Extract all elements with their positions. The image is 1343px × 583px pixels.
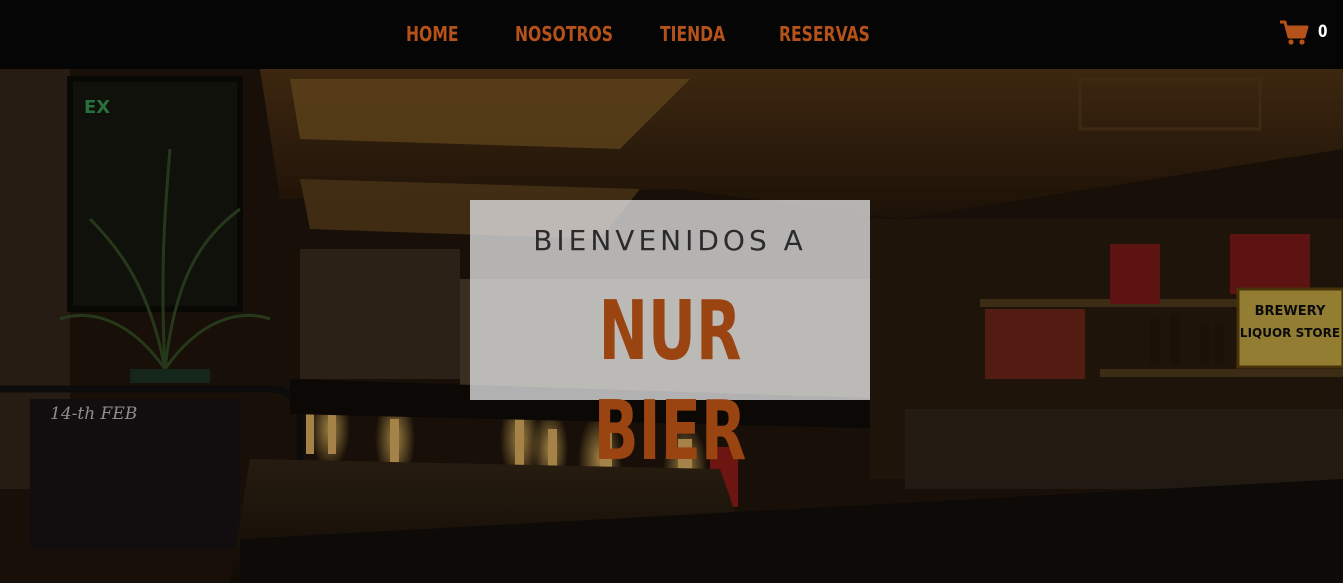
nav-home-link[interactable]: HOME (406, 20, 459, 48)
welcome-subtitle: BIENVENIDOS A (533, 224, 807, 257)
cart-count-badge: 0 (1318, 22, 1328, 42)
nav-tienda-link[interactable]: TIENDA (660, 20, 725, 48)
brand-title: NUR BIER (593, 284, 747, 479)
cart-icon[interactable] (1279, 19, 1309, 47)
top-navbar: HOME NOSOTROS TIENDA RESERVAS 0 (0, 0, 1343, 69)
welcome-panel: BIENVENIDOS A NUR BIER (470, 200, 870, 479)
nav-nosotros-link[interactable]: NOSOTROS (515, 20, 613, 48)
hero-section: EX 14-th FEB BREWERY LIQUOR STORE BIENVE… (0, 69, 1343, 583)
nav-reservas-link[interactable]: RESERVAS (779, 20, 870, 48)
